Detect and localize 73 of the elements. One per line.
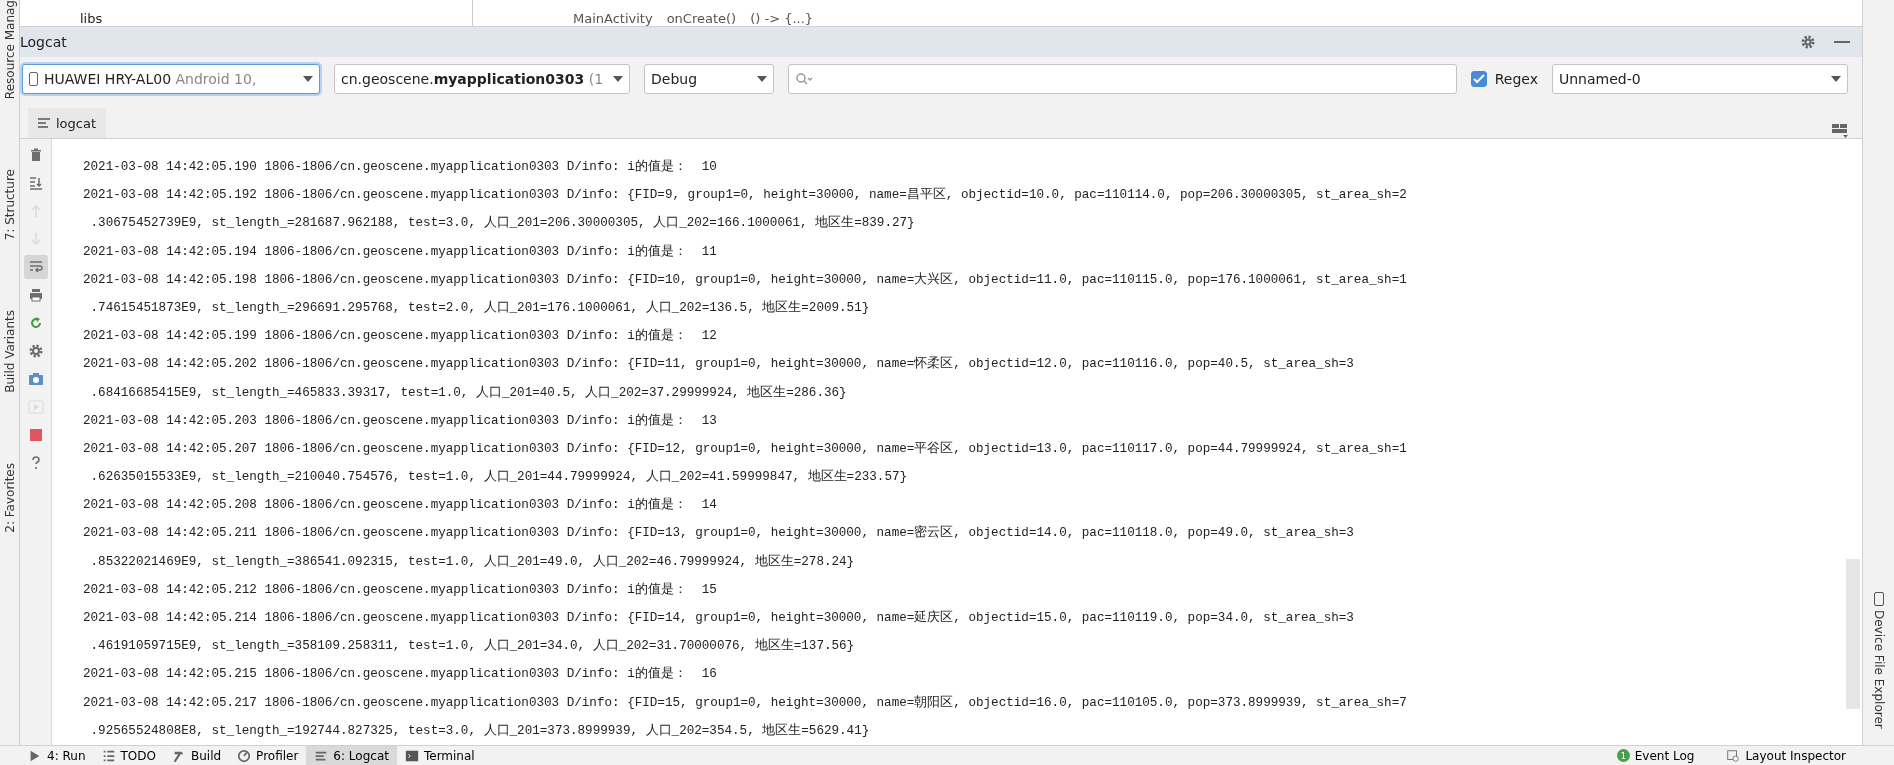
device-dropdown[interactable]: HUAWEI HRY-AL00 Android 10, bbox=[22, 64, 320, 94]
log-level-dropdown[interactable]: Debug bbox=[644, 64, 774, 94]
caret-icon bbox=[303, 76, 313, 82]
search-icon bbox=[795, 72, 813, 86]
tool-window-tab[interactable]: Resource Manag bbox=[2, 0, 17, 100]
settings-icon bbox=[27, 343, 44, 359]
caret-icon bbox=[757, 76, 767, 82]
status-button[interactable]: 1 Event Log bbox=[1608, 745, 1703, 765]
count-badge: 1 bbox=[1616, 749, 1630, 762]
camera-icon bbox=[27, 371, 44, 387]
print-icon bbox=[27, 287, 44, 303]
phone-icon bbox=[1873, 592, 1884, 606]
terminal-icon bbox=[404, 748, 419, 763]
stop-icon bbox=[27, 427, 44, 443]
tool-window-tab[interactable]: Terminal bbox=[396, 745, 483, 765]
play-icon bbox=[28, 748, 42, 763]
list-icon bbox=[101, 748, 116, 763]
scrollbar[interactable] bbox=[1846, 559, 1860, 709]
tool-window-tab[interactable]: Build Variants bbox=[2, 310, 17, 394]
process-dropdown[interactable]: cn.geoscene.myapplication0303 (1 bbox=[334, 64, 630, 94]
log-line: 2021-03-08 14:42:05.192 1806-1806/cn.geoscene.myapplication0303 D/info: {FID=9, group1=0, height=30000, name=昌平区, objectid=10.0, pac=110114.0, pop=206.30000305, st_area_sh=2 bbox=[83, 186, 1408, 205]
tool-window-tab[interactable]: 6: Logcat bbox=[306, 745, 397, 765]
tool-window-tab[interactable]: 2: Favorites bbox=[2, 463, 17, 533]
logcat-tab[interactable]: logcat bbox=[28, 108, 107, 138]
panel-title: Logcat bbox=[20, 34, 68, 50]
log-line: 2021-03-08 14:42:05.212 1806-1806/cn.geoscene.myapplication0303 D/info: i的值是： 15 bbox=[83, 581, 718, 599]
log-line: .30675452739E9, st_length_=281687.962188, test=3.0, 人口_201=206.30000305, 人口_202=166.1000061, 地区生=839.27} bbox=[89, 214, 916, 233]
phone-icon bbox=[29, 72, 38, 86]
tree-item[interactable]: libs bbox=[80, 11, 103, 26]
log-line: .85322021469E9, st_length_=386541.092315, test=1.0, 人口_201=49.0, 人口_202=46.79999924, 地区生=278.24} bbox=[89, 553, 856, 571]
caret-icon bbox=[613, 76, 623, 82]
tool-window-tab[interactable]: Device File Explorer bbox=[1871, 610, 1886, 729]
caret-icon bbox=[1831, 76, 1841, 82]
log-line: .92565524808E8, st_length_=192744.827325, test=3.0, 人口_201=373.8999939, 人口_202=354.5, 地区生=5629.41} bbox=[89, 722, 871, 740]
layout-icon[interactable] bbox=[1832, 124, 1848, 138]
log-tool-button[interactable] bbox=[23, 255, 48, 279]
tool-window-tab[interactable]: 4: Run bbox=[20, 745, 94, 765]
log-line: .62635015533E9, st_length_=210040.754576, test=1.0, 人口_201=44.79999924, 人口_202=41.59999847, 地区生=233.57} bbox=[89, 468, 909, 487]
scroll-to-end-icon bbox=[27, 175, 44, 191]
minimize-icon[interactable] bbox=[1834, 40, 1850, 44]
log-line: 2021-03-08 14:42:05.217 1806-1806/cn.geoscene.myapplication0303 D/info: {FID=15, group1=0, height=30000, name=朝阳区, objectid=16.0, pac=110105.0, pop=373.8999939, st_area_sh=7 bbox=[83, 694, 1408, 712]
log-line: 2021-03-08 14:42:05.207 1806-1806/cn.geoscene.myapplication0303 D/info: {FID=12, group1=0, height=30000, name=平谷区, objectid=13.0, pac=110117.0, pop=44.79999924, st_area_sh=1 bbox=[83, 440, 1408, 458]
tool-window-tab[interactable]: TODO bbox=[93, 745, 164, 765]
status-button[interactable]: Layout Inspector bbox=[1718, 745, 1854, 765]
log-line: 2021-03-08 14:42:05.198 1806-1806/cn.geoscene.myapplication0303 D/info: {FID=10, group1=0, height=30000, name=大兴区, objectid=11.0, pac=110115.0, pop=176.1000061, st_area_sh=1 bbox=[83, 271, 1408, 289]
settings-icon[interactable] bbox=[1800, 34, 1816, 50]
tool-window-tab[interactable]: Build bbox=[164, 745, 230, 765]
gauge-icon bbox=[237, 748, 252, 763]
breadcrumb-item[interactable]: () -> {...} bbox=[750, 11, 814, 26]
log-line: 2021-03-08 14:42:05.215 1806-1806/cn.geoscene.myapplication0303 D/info: i的值是： 16 bbox=[83, 665, 718, 684]
log-line: 2021-03-08 14:42:05.190 1806-1806/cn.geoscene.myapplication0303 D/info: i的值是： 10 bbox=[83, 158, 718, 176]
regex-checkbox[interactable] bbox=[1470, 71, 1487, 87]
log-line: 2021-03-08 14:42:05.214 1806-1806/cn.geoscene.myapplication0303 D/info: {FID=14, group1=0, height=30000, name=延庆区, objectid=15.0, pac=110119.0, pop=34.0, st_area_sh=3 bbox=[83, 609, 1355, 627]
log-line: 2021-03-08 14:42:05.208 1806-1806/cn.geoscene.myapplication0303 D/info: i的值是： 14 bbox=[83, 496, 718, 515]
search-field[interactable] bbox=[788, 64, 1457, 94]
layout-inspector-icon bbox=[1726, 748, 1741, 763]
breadcrumb-item[interactable]: onCreate() bbox=[666, 11, 737, 26]
log-line: .74615451873E9, st_length_=296691.295768, test=2.0, 人口_201=176.1000061, 人口_202=136.5, 地区生=2009.51} bbox=[89, 299, 871, 317]
video-icon bbox=[27, 399, 44, 415]
log-line: 2021-03-08 14:42:05.199 1806-1806/cn.geoscene.myapplication0303 D/info: i的值是： 12 bbox=[83, 327, 718, 346]
log-line: 2021-03-08 14:42:05.194 1806-1806/cn.geoscene.myapplication0303 D/info: i的值是： 11 bbox=[83, 243, 718, 261]
log-line: .68416685415E9, st_length_=465833.39317, test=1.0, 人口_201=40.5, 人口_202=37.29999924, 地区生=286.36} bbox=[89, 384, 848, 402]
filter-dropdown[interactable]: Unnamed-0 bbox=[1552, 64, 1848, 94]
log-line: 2021-03-08 14:42:05.211 1806-1806/cn.geoscene.myapplication0303 D/info: {FID=13, group1=0, height=30000, name=密云区, objectid=14.0, pac=110118.0, pop=49.0, st_area_sh=3 bbox=[83, 524, 1355, 543]
regex-label: Regex bbox=[1494, 71, 1538, 87]
breadcrumb-item[interactable]: MainActivity bbox=[573, 11, 653, 26]
tool-window-tab[interactable]: 7: Structure bbox=[2, 169, 17, 241]
log-line: 2021-03-08 14:42:05.203 1806-1806/cn.geoscene.myapplication0303 D/info: i的值是： 13 bbox=[83, 412, 718, 430]
soft-wrap-icon bbox=[27, 259, 44, 275]
lines-icon bbox=[38, 118, 50, 128]
log-line: 2021-03-08 14:42:05.202 1806-1806/cn.geoscene.myapplication0303 D/info: {FID=11, group1=0, height=30000, name=怀柔区, objectid=12.0, pac=110116.0, pop=40.5, st_area_sh=3 bbox=[83, 355, 1355, 374]
tool-window-tab[interactable]: Profiler bbox=[229, 745, 307, 765]
log-line: .46191059715E9, st_length_=358109.258311, test=1.0, 人口_201=34.0, 人口_202=31.70000076, 地区生=137.56} bbox=[89, 637, 856, 656]
